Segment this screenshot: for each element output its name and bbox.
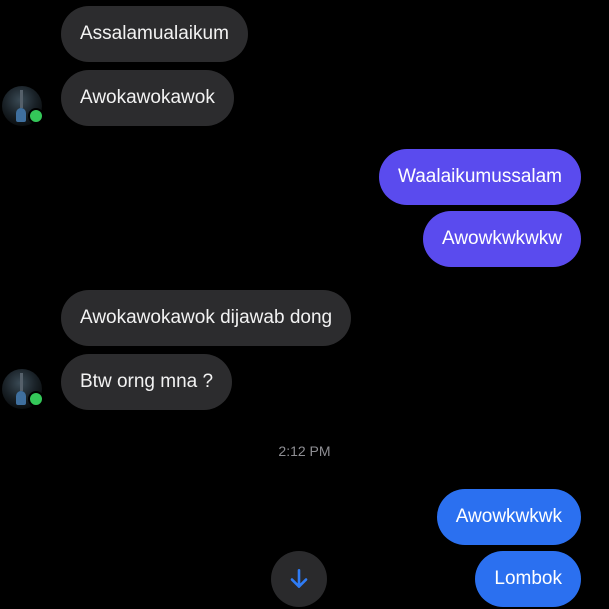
message-text: Btw orng mna ? <box>80 371 214 392</box>
message-bubble-incoming[interactable]: Awokawokawok <box>61 70 234 126</box>
message-timestamp: 2:12 PM <box>278 443 331 459</box>
message-bubble-outgoing[interactable]: Awowkwkwkw <box>422 211 581 267</box>
online-status-dot <box>28 108 44 124</box>
message-bubble-incoming[interactable]: Btw orng mna ? <box>61 354 233 410</box>
contact-avatar[interactable] <box>2 86 44 126</box>
contact-avatar[interactable] <box>2 369 44 409</box>
message-text: Assalamualaikum <box>80 23 229 44</box>
online-status-dot <box>28 391 44 407</box>
message-text: Lombok <box>494 568 562 589</box>
message-text: Waalaikumussalam <box>397 166 562 187</box>
message-bubble-incoming[interactable]: Awokawokawok dijawab dong <box>61 290 352 346</box>
message-text: Awokawokawok dijawab dong <box>80 307 333 328</box>
message-text: Awowkwkwkw <box>441 228 562 249</box>
arrow-down-icon <box>290 569 308 588</box>
scroll-to-bottom-button[interactable] <box>271 551 327 607</box>
message-text: Awowkwkwk <box>455 506 562 527</box>
message-bubble-incoming[interactable]: Assalamualaikum <box>61 6 248 62</box>
message-text: Awokawokawok <box>80 87 215 108</box>
message-bubble-outgoing[interactable]: Waalaikumussalam <box>378 149 581 205</box>
message-bubble-outgoing[interactable]: Lombok <box>475 551 581 607</box>
message-bubble-outgoing[interactable]: Awowkwkwk <box>436 489 581 545</box>
